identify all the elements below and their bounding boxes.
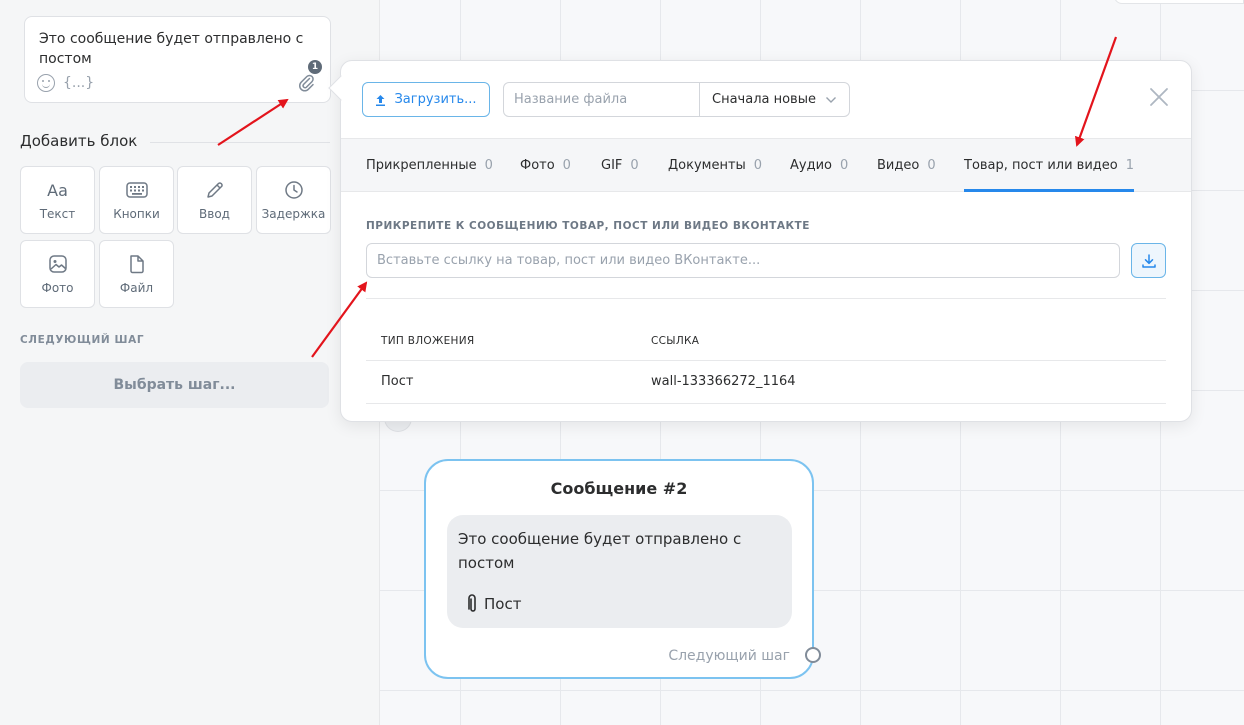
- image-icon: [48, 253, 68, 275]
- node-attachment-label: Пост: [484, 595, 522, 613]
- keyboard-icon: [125, 179, 148, 201]
- filename-placeholder: Название файла: [514, 92, 628, 107]
- attach-button[interactable]: 1: [296, 60, 322, 92]
- divider: [150, 142, 330, 143]
- add-buttons-block-button[interactable]: Кнопки: [99, 166, 174, 234]
- block-label: Текст: [39, 207, 76, 221]
- cell-type: Пост: [381, 374, 414, 389]
- upload-label: Загрузить...: [394, 92, 477, 107]
- paperclip-icon: [468, 594, 476, 612]
- variables-button[interactable]: {...}: [63, 73, 94, 93]
- left-panel: Это сообщение будет отправлено с постом …: [0, 0, 380, 725]
- tab-count: 0: [562, 158, 571, 173]
- tab-count: 0: [927, 158, 936, 173]
- tab-documents[interactable]: Документы 0: [668, 139, 762, 192]
- tab-label: Аудио: [790, 158, 832, 173]
- attachments-popup: Загрузить... Название файла Сначала новы…: [328, 60, 1192, 422]
- add-photo-block-button[interactable]: Фото: [20, 240, 95, 308]
- tab-gif[interactable]: GIF 0: [601, 139, 639, 192]
- next-step-heading: СЛЕДУЮЩИЙ ШАГ: [20, 334, 145, 346]
- tab-audio[interactable]: Аудио 0: [790, 139, 848, 192]
- close-icon[interactable]: [1149, 87, 1169, 107]
- tab-count: 0: [839, 158, 849, 173]
- filename-search-input[interactable]: Название файла: [503, 82, 700, 117]
- tab-count: 0: [484, 158, 493, 173]
- chevron-down-icon: [826, 96, 836, 103]
- tab-count: 0: [753, 158, 763, 173]
- tab-label: Прикрепленные: [366, 158, 477, 173]
- link-placeholder: Вставьте ссылку на товар, пост или видео…: [377, 253, 761, 268]
- add-delay-block-button[interactable]: Задержка: [256, 166, 331, 234]
- add-input-block-button[interactable]: Ввод: [177, 166, 252, 234]
- tab-product-post-video[interactable]: Товар, пост или видео 1: [964, 139, 1135, 192]
- sort-select[interactable]: Сначала новые: [699, 82, 850, 117]
- tab-label: Товар, пост или видео: [964, 158, 1118, 173]
- tab-count: 1: [1125, 158, 1135, 173]
- tab-count: 0: [630, 158, 639, 173]
- download-icon: [1141, 253, 1156, 268]
- block-label: Ввод: [199, 207, 230, 221]
- add-block-heading: Добавить блок: [20, 132, 138, 150]
- attachments-table-header: ТИП ВЛОЖЕНИЯ ССЫЛКА: [366, 331, 1166, 361]
- tab-photo[interactable]: Фото 0: [520, 139, 571, 192]
- pencil-icon: [205, 179, 225, 201]
- add-file-block-button[interactable]: Файл: [99, 240, 174, 308]
- divider: [366, 298, 1166, 299]
- tab-label: Фото: [520, 158, 555, 173]
- block-label: Файл: [119, 281, 154, 295]
- block-label: Фото: [41, 281, 74, 295]
- attachment-tabs: Прикрепленные 0 Фото 0 GIF 0 Документы 0 Ауд…: [341, 138, 1191, 192]
- choose-step-button[interactable]: Выбрать шаг...: [20, 362, 329, 408]
- message-editor[interactable]: Это сообщение будет отправлено с постом …: [24, 16, 331, 103]
- table-row[interactable]: Пост wall-133366272_1164: [366, 361, 1166, 404]
- file-icon: [128, 253, 146, 275]
- editor-tools: {...}: [37, 73, 94, 93]
- attachment-count-badge: 1: [308, 60, 322, 74]
- text-icon: Aa: [47, 180, 68, 200]
- node-attachment: Пост: [468, 592, 521, 616]
- node-message-text: Это сообщение будет отправлено с постом: [458, 530, 742, 572]
- column-type: ТИП ВЛОЖЕНИЯ: [381, 335, 475, 347]
- node-next-step-label: Следующий шаг: [668, 648, 790, 664]
- tab-attached[interactable]: Прикрепленные 0: [366, 139, 493, 192]
- emoji-icon[interactable]: [37, 74, 55, 92]
- canvas-corner-panel: [1114, 0, 1244, 4]
- node-title: Сообщение #2: [550, 479, 688, 498]
- tab-video[interactable]: Видео 0: [877, 139, 936, 192]
- popup-header: Загрузить... Название файла Сначала новы…: [341, 61, 1191, 139]
- tab-label: Документы: [668, 158, 746, 173]
- upload-button[interactable]: Загрузить...: [362, 82, 490, 117]
- tab-label: GIF: [601, 158, 623, 173]
- upload-icon: [376, 94, 386, 106]
- cell-link: wall-133366272_1164: [651, 374, 796, 389]
- sort-value: Сначала новые: [712, 92, 816, 107]
- column-link: ССЫЛКА: [651, 335, 700, 347]
- vk-link-input[interactable]: Вставьте ссылку на товар, пост или видео…: [366, 243, 1120, 278]
- next-step-port[interactable]: [805, 647, 821, 663]
- message-text[interactable]: Это сообщение будет отправлено с постом: [39, 29, 316, 69]
- block-label: Кнопки: [113, 207, 160, 221]
- add-link-button[interactable]: [1131, 243, 1166, 278]
- attach-section-title: ПРИКРЕПИТЕ К СООБЩЕНИЮ ТОВАР, ПОСТ ИЛИ В…: [366, 220, 810, 232]
- block-label: Задержка: [261, 207, 326, 221]
- tab-label: Видео: [877, 158, 920, 173]
- message-node[interactable]: Сообщение #2 Это сообщение будет отправл…: [424, 459, 821, 679]
- clock-icon: [284, 179, 304, 201]
- node-message-bubble[interactable]: Это сообщение будет отправлено с постом …: [447, 515, 792, 628]
- add-text-block-button[interactable]: Aa Текст: [20, 166, 95, 234]
